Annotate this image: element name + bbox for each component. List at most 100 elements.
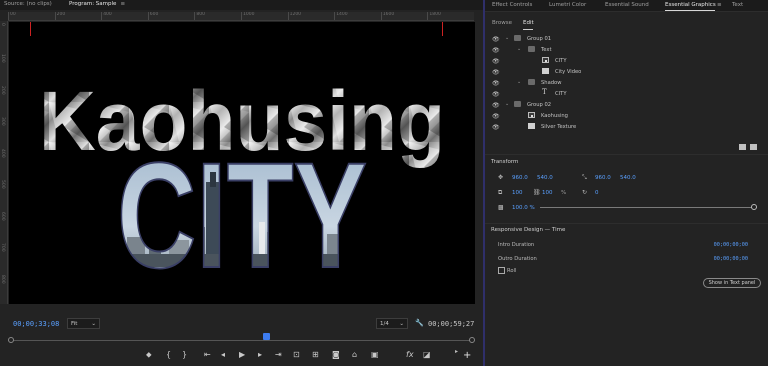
ruler-tick (380, 12, 382, 20)
position-x-value[interactable]: 960.0 (512, 175, 528, 181)
intro-duration-value[interactable]: 00;00;00;00 (714, 242, 748, 248)
tab-program[interactable]: Program: Sample ≡ (69, 1, 125, 7)
new-group-icon[interactable] (739, 144, 746, 150)
subtab-edit[interactable]: Edit (523, 20, 534, 26)
rotation-icon: ↻ (582, 189, 588, 196)
fx-icon[interactable]: fx (406, 350, 414, 359)
divider (485, 223, 768, 224)
position-y-value[interactable]: 540.0 (537, 175, 553, 181)
tab-source[interactable]: Source: (no clips) (4, 1, 52, 7)
eye-icon[interactable]: 👁 (492, 124, 500, 131)
go-to-in-icon[interactable]: ⇤ (204, 350, 211, 359)
outro-duration-value[interactable]: 00;00;00;00 (714, 256, 748, 262)
step-forward-icon[interactable]: ▸ (258, 350, 262, 359)
safe-margin-guide (30, 22, 31, 36)
playback-scrubber[interactable] (8, 336, 475, 344)
comparison-view-icon[interactable]: ▣ (371, 350, 379, 359)
layer-name: Kaohusing (541, 112, 568, 119)
eye-icon[interactable]: 👁 (492, 113, 500, 120)
tab-text[interactable]: Text (732, 2, 743, 8)
playhead[interactable] (263, 333, 270, 340)
layer-row[interactable]: 👁 Kaohusing (485, 111, 768, 122)
eye-icon[interactable]: 👁 (492, 91, 500, 98)
twirl-down-icon[interactable]: ⌄ (517, 46, 521, 52)
scrub-track (13, 340, 470, 341)
tab-effect-controls[interactable]: Effect Controls (492, 2, 532, 8)
opacity-slider-track[interactable] (540, 207, 754, 208)
layer-row[interactable]: 👁 ⌄ Shadow (485, 78, 768, 89)
export-frame-icon[interactable]: ◙ (332, 350, 340, 359)
panel-menu-icon[interactable]: ≡ (717, 2, 722, 8)
ruler-tick-label: 200 (0, 85, 5, 95)
new-layer-icon[interactable] (750, 144, 757, 150)
ruler-tick (194, 12, 196, 20)
outro-duration-label: Outro Duration (498, 256, 537, 262)
layer-row[interactable]: 👁 Silver Texture (485, 122, 768, 133)
tab-essential-graphics[interactable]: Essential Graphics (665, 2, 716, 8)
step-back-icon[interactable]: ◂ (221, 350, 225, 359)
zoom-select[interactable]: Fit ⌄ (67, 318, 100, 329)
button-editor-icon[interactable]: ▸ (455, 348, 458, 355)
add-button-icon[interactable]: + (463, 350, 471, 361)
twirl-down-icon[interactable]: ⌄ (517, 79, 521, 85)
vr-icon[interactable]: ⌂ (352, 350, 357, 359)
ruler-tick-label: 0 (0, 23, 5, 26)
insert-icon[interactable]: ⊡ (293, 350, 300, 359)
eye-icon[interactable]: 👁 (492, 69, 500, 76)
opacity-icon: ▩ (498, 204, 504, 211)
overwrite-icon[interactable]: ⊞ (312, 350, 319, 359)
eye-icon[interactable]: 👁 (492, 47, 500, 54)
text-layer-icon: T (542, 88, 547, 96)
current-timecode[interactable]: 00;00;33;08 (13, 320, 59, 328)
city-outline: CITY (117, 131, 367, 299)
link-icon[interactable]: ⛓ (533, 189, 541, 196)
chevron-down-icon: ⌄ (91, 321, 96, 327)
out-point-icon[interactable]: } (182, 350, 187, 359)
eye-icon[interactable]: 👁 (492, 58, 500, 65)
anchor-point-icon: ⤡ (582, 174, 587, 181)
show-in-text-panel-button[interactable]: Show in Text panel (703, 278, 761, 288)
layer-name: CITY (555, 90, 567, 97)
layer-row[interactable]: 👁 T CITY (485, 88, 768, 100)
panel-menu-icon[interactable]: ≡ (120, 1, 125, 7)
layer-name: CITY (555, 57, 567, 64)
eye-icon[interactable]: 👁 (492, 102, 500, 109)
scale-unit: % (561, 189, 567, 196)
play-icon[interactable]: ▶ (239, 350, 245, 359)
wrench-icon[interactable]: 🔧 (415, 319, 424, 327)
transport-controls: ⬥ { } ⇤ ◂ ▶ ▸ ⇥ ⊡ ⊞ ◙ ⌂ ▣ fx ◪ (142, 350, 442, 362)
resolution-select[interactable]: 1/4 ⌄ (376, 318, 408, 329)
scale-width-value[interactable]: 100 (512, 190, 523, 196)
layer-row[interactable]: 👁 ⌄ Group 02 (485, 100, 768, 111)
opacity-slider-knob[interactable] (751, 204, 757, 210)
eye-icon[interactable]: 👁 (492, 36, 500, 43)
tab-essential-sound[interactable]: Essential Sound (605, 2, 649, 8)
scrub-start-handle[interactable] (8, 337, 14, 343)
rotation-value[interactable]: 0 (595, 190, 599, 196)
twirl-down-icon[interactable]: ⌄ (505, 101, 509, 107)
roll-checkbox[interactable] (498, 267, 505, 274)
marker-icon[interactable]: ⬥ (146, 350, 152, 360)
go-to-out-icon[interactable]: ⇥ (275, 350, 282, 359)
in-point-icon[interactable]: { (166, 350, 171, 359)
twirl-down-icon[interactable]: ⌄ (505, 35, 509, 41)
tab-lumetri-color[interactable]: Lumetri Color (549, 2, 586, 8)
scale-height-value[interactable]: 100 (542, 190, 553, 196)
layer-row[interactable]: 👁 CITY (485, 56, 768, 67)
anchor-x-value[interactable]: 960.0 (595, 175, 611, 181)
layer-row[interactable]: 👁 ⌄ Group 01 (485, 34, 768, 45)
layer-row[interactable]: 👁 ⌄ Text (485, 45, 768, 56)
eye-icon[interactable]: 👁 (492, 80, 500, 87)
ruler-tick-label: 100 (0, 54, 5, 64)
vertical-ruler: 0 100 200 300 400 500 600 700 800 (0, 21, 8, 304)
layer-row[interactable]: 👁 City Video (485, 67, 768, 78)
safe-margin-guide (442, 22, 443, 36)
position-icon: ✥ (498, 174, 504, 181)
scrub-end-handle[interactable] (469, 337, 475, 343)
subtab-browse[interactable]: Browse (492, 20, 512, 26)
opacity-value[interactable]: 100.0 % (512, 205, 535, 211)
anchor-y-value[interactable]: 540.0 (620, 175, 636, 181)
video-frame-graphic: CITY Kaohusing CITY (39, 74, 445, 300)
proxy-icon[interactable]: ◪ (423, 350, 431, 359)
video-preview[interactable]: CITY Kaohusing CITY (9, 22, 475, 304)
